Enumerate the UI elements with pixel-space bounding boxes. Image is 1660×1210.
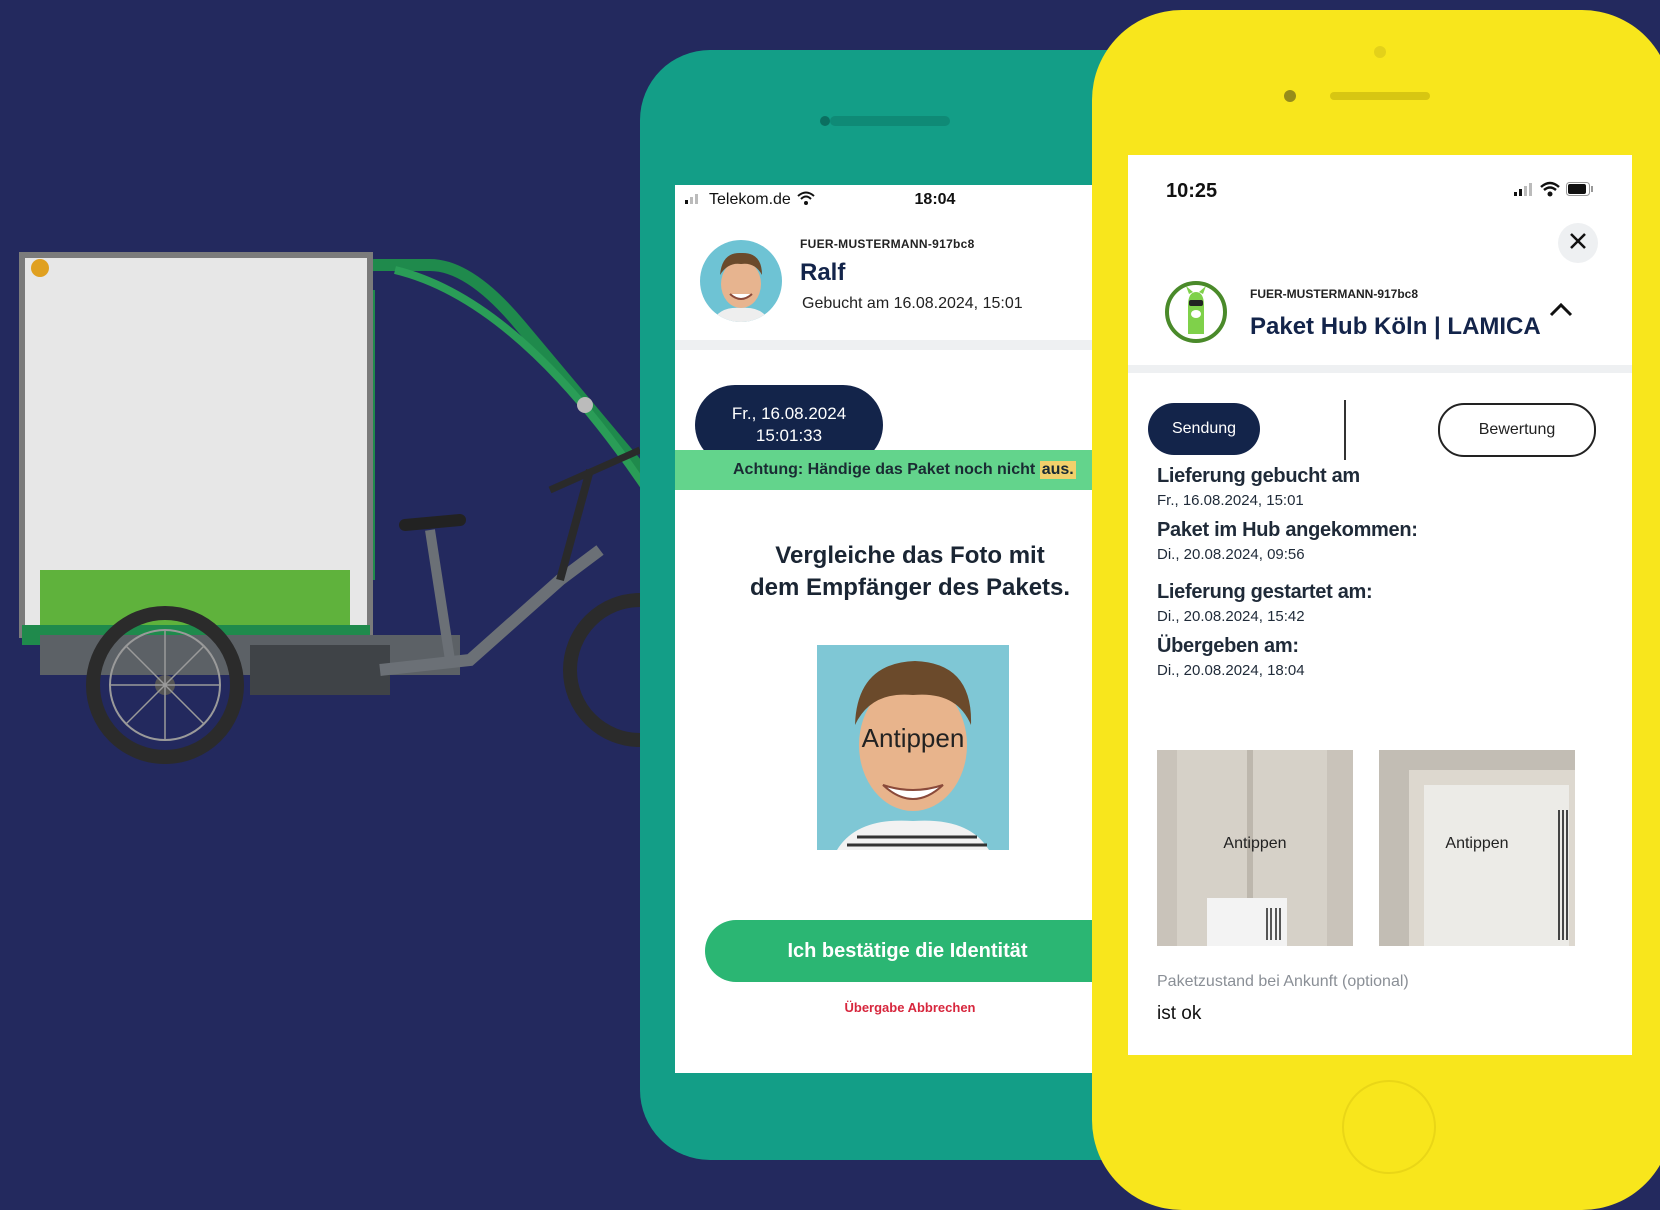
recipient-header: FUER-MUSTERMANN-917bc8 Ralf Gebucht am 1…: [675, 215, 1145, 350]
recipient-photo[interactable]: Antippen: [817, 645, 1009, 850]
confirm-identity-button[interactable]: Ich bestätige die Identität: [705, 920, 1145, 982]
cargo-bike-image: [0, 250, 717, 810]
timeline-date: Di., 20.08.2024, 09:56: [1157, 546, 1305, 563]
warning-text: Achtung: Händige das Paket noch nicht: [733, 461, 1036, 478]
status-bar: Telekom.de 18:04 84: [675, 185, 1145, 215]
wifi-icon: [797, 191, 815, 210]
phone-speaker: [830, 116, 950, 126]
header-divider: [1128, 365, 1632, 373]
signal-icon: [1514, 182, 1534, 201]
timeline-date: Di., 20.08.2024, 15:42: [1157, 608, 1305, 625]
carrier-name: Telekom.de: [709, 191, 791, 208]
carrier-info: Telekom.de: [685, 191, 875, 210]
status-bar: 10:25: [1128, 171, 1632, 211]
home-button[interactable]: [1342, 1080, 1436, 1174]
condition-label: Paketzustand bei Ankunft (optional): [1157, 973, 1409, 990]
warning-text-tail: aus.: [1039, 461, 1076, 479]
photo-tap-label: Antippen: [1223, 835, 1287, 852]
tab-sendung[interactable]: Sendung: [1148, 403, 1260, 455]
tab-separator: [1344, 400, 1346, 460]
battery-icon: [1566, 181, 1594, 201]
phone-camera: [1284, 90, 1296, 102]
package-photo[interactable]: Antippen: [1379, 750, 1575, 946]
phone-speaker: [1330, 92, 1430, 100]
teal-phone-screen: Telekom.de 18:04 84: [675, 185, 1145, 1073]
recipient-name: Ralf: [800, 259, 846, 286]
tab-bewertung[interactable]: Bewertung: [1438, 403, 1596, 457]
photo-tap-label: Antippen: [861, 723, 965, 753]
compare-instruction: Vergleiche das Foto mit dem Empfänger de…: [675, 540, 1145, 604]
booked-date: Gebucht am 16.08.2024, 15:01: [802, 295, 1023, 312]
package-photo[interactable]: Antippen: [1157, 750, 1353, 946]
order-code: FUER-MUSTERMANN-917bc8: [1250, 287, 1419, 301]
timeline-label: Paket im Hub angekommen:: [1157, 519, 1418, 541]
compare-line-2: dem Empfänger des Pakets.: [749, 574, 1071, 601]
close-button[interactable]: [1558, 223, 1598, 263]
phone-camera: [820, 116, 830, 126]
compare-line-1: Vergleiche das Foto mit: [775, 542, 1045, 569]
status-time: 18:04: [914, 191, 956, 208]
warning-banner: Achtung: Händige das Paket noch nicht au…: [675, 450, 1145, 490]
llama-logo: [1164, 280, 1228, 344]
timeline-label: Lieferung gestartet am:: [1157, 581, 1373, 603]
phone-sensor: [1374, 46, 1386, 58]
signal-icon: [685, 191, 703, 209]
wifi-icon: [1540, 181, 1560, 202]
close-icon: [1569, 229, 1587, 257]
cancel-handover-link[interactable]: Übergabe Abbrechen: [675, 1000, 1145, 1015]
timeline-label: Übergeben am:: [1157, 635, 1299, 657]
badge-date: Fr., 16.08.2024: [731, 404, 847, 423]
recipient-avatar: [700, 240, 782, 322]
badge-time: 15:01:33: [755, 426, 823, 445]
timeline-label: Lieferung gebucht am: [1157, 465, 1360, 487]
yellow-phone: 10:25 FUER-MUSTERMANN-917bc8 Paket Hub K…: [1092, 10, 1660, 1210]
condition-input[interactable]: ist ok: [1157, 1003, 1201, 1025]
status-time: 10:25: [1166, 179, 1218, 202]
hub-title: Paket Hub Köln | LAMICA: [1250, 313, 1541, 340]
status-icons: [1514, 181, 1594, 202]
photo-tap-label: Antippen: [1445, 835, 1509, 852]
yellow-phone-screen: 10:25 FUER-MUSTERMANN-917bc8 Paket Hub K…: [1128, 155, 1632, 1055]
timeline-date: Di., 20.08.2024, 18:04: [1157, 662, 1305, 679]
chevron-up-icon[interactable]: [1546, 295, 1576, 325]
timeline-date: Fr., 16.08.2024, 15:01: [1157, 492, 1304, 509]
order-code: FUER-MUSTERMANN-917bc8: [800, 237, 975, 251]
